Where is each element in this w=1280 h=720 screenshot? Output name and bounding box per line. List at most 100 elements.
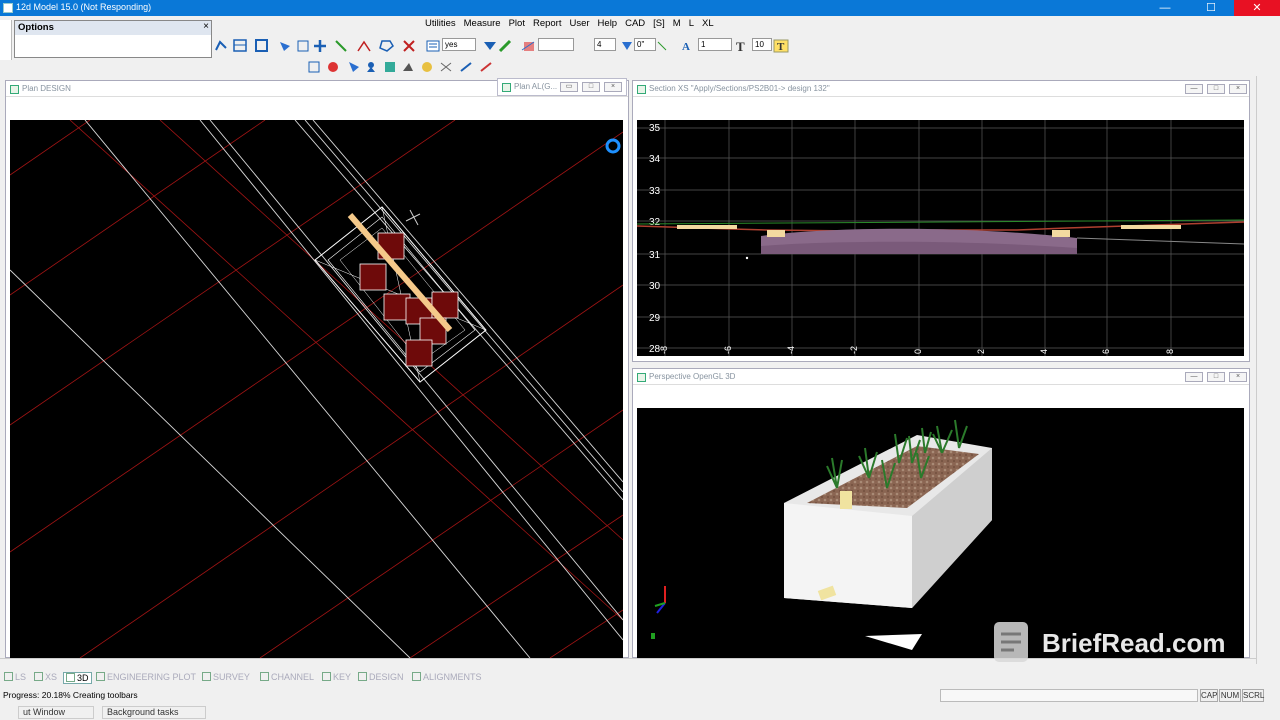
perspective-maximize-button[interactable]: □ xyxy=(1207,372,1225,382)
status-progress: Progress: 20.18% Creating toolbars xyxy=(3,690,138,700)
planter-box xyxy=(784,435,992,608)
perspective-close-button[interactable]: × xyxy=(1229,372,1247,382)
menu-m[interactable]: M xyxy=(673,18,681,29)
menu-plot[interactable]: Plot xyxy=(509,18,525,29)
plan-al-title: Plan AL(G... xyxy=(514,82,558,91)
menu-user[interactable]: User xyxy=(569,18,589,29)
value-field-blank[interactable] xyxy=(538,38,574,51)
menu-report[interactable]: Report xyxy=(533,18,562,29)
value-field-1[interactable]: 1 xyxy=(698,38,732,51)
perspective-minimize-button[interactable]: — xyxy=(1185,372,1203,382)
tab-ls-icon xyxy=(4,672,13,681)
tab-design-icon xyxy=(358,672,367,681)
options-close-button[interactable]: × xyxy=(203,21,209,32)
section-minimize-button[interactable]: — xyxy=(1185,84,1203,94)
boundary-lines xyxy=(10,120,623,658)
plan-al-restore-button[interactable]: ▭ xyxy=(560,82,578,92)
svg-text:T: T xyxy=(777,41,785,53)
toolbar-icons: A T T xyxy=(215,39,789,54)
tb-polyline-icon xyxy=(215,40,227,51)
menu-cad[interactable]: CAD xyxy=(625,18,645,29)
tab-3d[interactable]: 3D xyxy=(63,672,92,684)
section-drawing: 35 34 33 32 31 30 29 28 -8 -6 -4 -2 0 2 … xyxy=(637,120,1244,356)
tab-ls[interactable]: LS xyxy=(4,672,26,684)
options-title: Options xyxy=(15,21,211,35)
perspective-title: Perspective OpenGL 3D xyxy=(649,372,736,381)
scrl-indicator: SCRL xyxy=(1242,689,1265,702)
value-field-0[interactable]: 0" xyxy=(634,38,656,51)
tab-ls-label: LS xyxy=(15,672,27,682)
menu-s[interactable]: [S] xyxy=(653,18,665,29)
tab-3d-label: 3D xyxy=(77,673,89,683)
menu-l[interactable]: L xyxy=(689,18,694,29)
x-tick: 0 xyxy=(913,349,923,354)
watermark-text: BriefRead.com xyxy=(1042,628,1226,658)
plan-design-view[interactable] xyxy=(10,120,623,658)
section-view[interactable]: 35 34 33 32 31 30 29 28 -8 -6 -4 -2 0 2 … xyxy=(637,120,1244,356)
tab-channel[interactable]: CHANNEL xyxy=(260,672,314,684)
tab-alignments[interactable]: ALIGNMENTS xyxy=(412,672,482,684)
plan-drawing xyxy=(10,120,623,658)
plan-al-icon xyxy=(502,83,511,92)
tab-survey-icon xyxy=(202,672,211,681)
left-edge-panel xyxy=(0,20,12,60)
pipe-inlet xyxy=(840,491,852,509)
tab-xs[interactable]: XS xyxy=(34,672,57,684)
y-tick: 33 xyxy=(649,186,661,197)
background-tasks-tab[interactable]: Background tasks xyxy=(102,706,206,719)
grid-lines-red xyxy=(10,120,623,658)
tab-design[interactable]: DESIGN xyxy=(358,672,404,684)
menu-xl[interactable]: XL xyxy=(702,18,714,29)
minimize-button[interactable]: — xyxy=(1142,0,1188,16)
tab-key-label: KEY xyxy=(333,672,352,682)
tab-engineering-plot[interactable]: ENGINEERING PLOT xyxy=(96,672,196,684)
plan-design-title: Plan DESIGN xyxy=(22,84,71,93)
status-field xyxy=(940,689,1198,702)
section-header: Section XS "Apply/Sections/PS2B01-> desi… xyxy=(633,81,1249,97)
value-field-10[interactable]: 10 xyxy=(752,38,772,51)
value-field-4[interactable]: 4 xyxy=(594,38,616,51)
x-tick: 8 xyxy=(1165,349,1175,354)
plan-al-close-button[interactable]: × xyxy=(604,82,622,92)
options-panel[interactable]: Options × xyxy=(14,20,212,58)
perspective-strip xyxy=(633,385,1249,407)
tab-key[interactable]: KEY xyxy=(322,672,351,684)
maximize-button[interactable]: ☐ xyxy=(1188,0,1234,16)
y-tick: 34 xyxy=(649,154,661,165)
section-maximize-button[interactable]: □ xyxy=(1207,84,1225,94)
close-button[interactable]: ✕ xyxy=(1234,0,1280,16)
tab-alignments-icon xyxy=(412,672,421,681)
num-indicator: NUM xyxy=(1219,689,1241,702)
x-tick: 2 xyxy=(976,349,986,354)
x-tick: 6 xyxy=(1101,349,1111,354)
section-strip xyxy=(633,97,1249,119)
section-close-button[interactable]: × xyxy=(1229,84,1247,94)
x-tick: 4 xyxy=(1039,349,1049,354)
axis-triad-icon xyxy=(651,586,666,639)
yes-field[interactable]: yes xyxy=(442,38,476,51)
bottom-bar: ut Window Background tasks xyxy=(0,704,1280,720)
y-tick: 35 xyxy=(649,123,661,134)
tab-channel-label: CHANNEL xyxy=(271,672,315,682)
tab-xs-icon xyxy=(34,672,43,681)
toolbar-row-2 xyxy=(308,61,492,73)
output-window-tab[interactable]: ut Window xyxy=(18,706,94,719)
bottom-tab-bar: LS XS 3D ENGINEERING PLOT SURVEY CHANNEL… xyxy=(0,670,1280,686)
app-window: 12d Model 15.0 (Not Responding) — ☐ ✕ Ut… xyxy=(0,0,1280,720)
vertical-scrollbar[interactable] xyxy=(1256,76,1268,664)
tab-key-icon xyxy=(322,672,331,681)
menu-utilities[interactable]: Utilities xyxy=(425,18,456,29)
plan-design-strip xyxy=(6,97,628,119)
menu-measure[interactable]: Measure xyxy=(464,18,501,29)
window-title: 12d Model 15.0 (Not Responding) xyxy=(16,2,152,12)
menu-bar: Utilities Measure Plot Report User Help CAD [S]… xyxy=(425,18,722,32)
menu-help[interactable]: Help xyxy=(598,18,618,29)
tab-survey[interactable]: SURVEY xyxy=(202,672,250,684)
watermark: BriefRead.com xyxy=(990,618,1240,668)
plan-al-maximize-button[interactable]: □ xyxy=(582,82,600,92)
tab-xs-label: XS xyxy=(45,672,58,682)
plan-al-panel[interactable]: Plan AL(G... ▭ □ × xyxy=(497,78,627,96)
shadow-shape xyxy=(865,634,922,650)
cap-indicator: CAP xyxy=(1200,689,1218,702)
x-tick: -8 xyxy=(659,346,669,354)
